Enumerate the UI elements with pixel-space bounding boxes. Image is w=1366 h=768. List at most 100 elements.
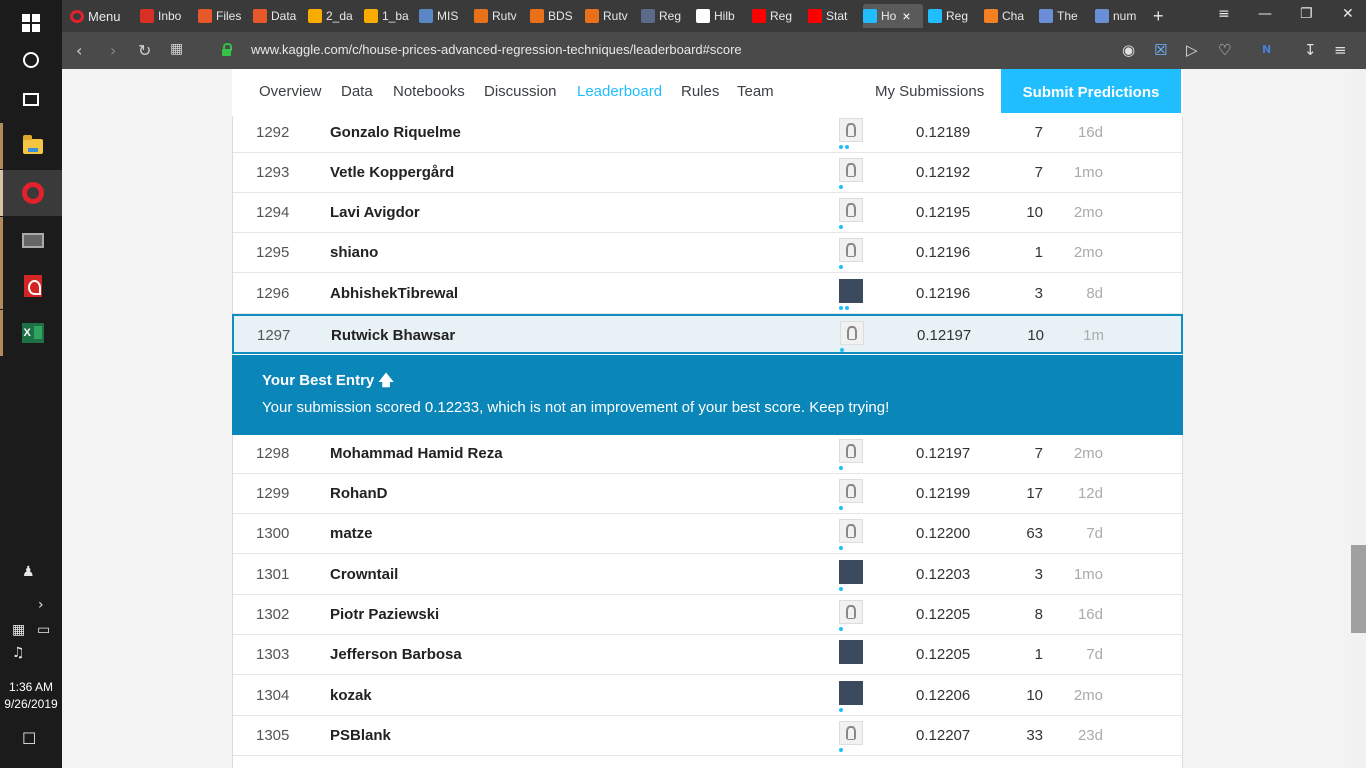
avatar[interactable]: [839, 158, 863, 182]
browser-tab[interactable]: Ho ×: [863, 4, 923, 28]
tab-team[interactable]: Team: [737, 83, 774, 100]
team-name-link[interactable]: RohanD: [330, 485, 388, 502]
volume-icon[interactable]: ♫: [12, 645, 25, 661]
clock-time[interactable]: 1:36 AM: [0, 680, 62, 694]
tab-menu-icon[interactable]: ≡: [1218, 6, 1230, 22]
browser-tab[interactable]: Stat: [808, 4, 858, 28]
back-icon[interactable]: ‹: [76, 41, 82, 60]
team-name-link[interactable]: kozak: [330, 687, 372, 704]
send-icon[interactable]: ▷: [1186, 41, 1198, 59]
team-name-link[interactable]: Piotr Paziewski: [330, 606, 439, 623]
team-name-link[interactable]: shiano: [330, 244, 378, 261]
team-name-link[interactable]: matze: [330, 525, 373, 542]
opera-menu-button[interactable]: Menu: [70, 4, 130, 28]
avatar[interactable]: [839, 640, 863, 664]
browser-tab[interactable]: Reg: [928, 4, 978, 28]
opera-button[interactable]: [0, 170, 62, 216]
browser-tab[interactable]: Hilb: [696, 4, 746, 28]
avatar[interactable]: [840, 321, 864, 345]
camera-icon[interactable]: ◉: [1122, 41, 1135, 59]
table-row[interactable]: 1298 Mohammad Hamid Reza 0.12197 7 2mo: [233, 434, 1182, 474]
close-window-icon[interactable]: ✕: [1342, 6, 1354, 22]
forward-icon[interactable]: ›: [110, 41, 116, 60]
table-row[interactable]: 1296 AbhishekTibrewal 0.12196 3 8d: [233, 274, 1182, 314]
table-row[interactable]: 1303 Jefferson Barbosa 0.12205 1 7d: [233, 635, 1182, 675]
table-row[interactable]: 1300 matze 0.12200 63 7d: [233, 514, 1182, 554]
browser-tab[interactable]: Inbo: [140, 4, 190, 28]
avatar[interactable]: [839, 721, 863, 745]
browser-tab[interactable]: Files: [198, 4, 248, 28]
avatar[interactable]: [839, 600, 863, 624]
table-row[interactable]: 1301 Crowntail 0.12203 3 1mo: [233, 555, 1182, 595]
table-row[interactable]: 1305 PSBlank 0.12207 33 23d: [233, 716, 1182, 756]
network-icon[interactable]: ▭: [37, 622, 50, 638]
team-name-link[interactable]: PSBlank: [330, 727, 391, 744]
team-name-link[interactable]: Mohammad Hamid Reza: [330, 445, 503, 462]
team-name-link[interactable]: AbhishekTibrewal: [330, 285, 458, 302]
close-tab-icon[interactable]: ×: [902, 8, 910, 24]
task-view-button[interactable]: [0, 76, 62, 122]
file-explorer-button[interactable]: [0, 123, 62, 169]
submit-predictions-button[interactable]: Submit Predictions: [1001, 69, 1181, 116]
tab-leaderboard[interactable]: Leaderboard: [577, 83, 662, 100]
avatar[interactable]: [839, 118, 863, 142]
table-row[interactable]: 1299 RohanD 0.12199 17 12d: [233, 474, 1182, 514]
new-tab-button[interactable]: +: [1153, 4, 1169, 28]
browser-tab[interactable]: BDS: [530, 4, 580, 28]
avatar[interactable]: [839, 198, 863, 222]
scrollbar-track[interactable]: [1351, 69, 1366, 768]
browser-tab[interactable]: MIS: [419, 4, 469, 28]
excel-button[interactable]: X: [0, 310, 62, 356]
browser-tab[interactable]: Reg: [641, 4, 691, 28]
avatar[interactable]: [839, 238, 863, 262]
browser-tab[interactable]: num: [1095, 4, 1145, 28]
browser-tab[interactable]: Rutv: [474, 4, 524, 28]
team-name-link[interactable]: Vetle Koppergård: [330, 164, 454, 181]
adblock-icon[interactable]: ☒: [1154, 41, 1167, 59]
tab-rules[interactable]: Rules: [681, 83, 719, 100]
notification-icon[interactable]: ☐: [22, 729, 36, 748]
download-icon[interactable]: ↧: [1304, 41, 1317, 59]
heart-icon[interactable]: ♡: [1218, 41, 1231, 59]
browser-tab[interactable]: 2_da: [308, 4, 358, 28]
table-row[interactable]: 1302 Piotr Paziewski 0.12205 8 16d: [233, 595, 1182, 635]
team-name-link[interactable]: Jefferson Barbosa: [330, 646, 462, 663]
avatar[interactable]: [839, 279, 863, 303]
easy-setup-icon[interactable]: ≡: [1334, 41, 1347, 59]
minimize-icon[interactable]: —: [1258, 6, 1272, 22]
restore-icon[interactable]: ❐: [1300, 6, 1313, 22]
browser-tab[interactable]: 1_ba: [364, 4, 414, 28]
team-name-link[interactable]: Lavi Avigdor: [330, 204, 420, 221]
my-table-row[interactable]: 1297 Rutwick Bhawsar 0.12197 10 1m: [232, 314, 1183, 354]
browser-tab[interactable]: Data: [253, 4, 303, 28]
reload-icon[interactable]: ↻: [138, 41, 151, 60]
avatar[interactable]: [839, 681, 863, 705]
team-name-link[interactable]: Gonzalo Riquelme: [330, 124, 461, 141]
battery-icon[interactable]: ▦: [12, 622, 25, 638]
browser-tab[interactable]: The: [1039, 4, 1089, 28]
extension-icon[interactable]: N: [1262, 43, 1271, 56]
tab-overview[interactable]: Overview: [259, 83, 322, 100]
avatar[interactable]: [839, 560, 863, 584]
browser-tab[interactable]: Cha: [984, 4, 1034, 28]
clock-date[interactable]: 9/26/2019: [0, 697, 62, 711]
tab-data[interactable]: Data: [341, 83, 373, 100]
my-submissions-link[interactable]: My Submissions: [875, 83, 984, 100]
app-window-button[interactable]: [0, 217, 62, 263]
table-row[interactable]: 1292 Gonzalo Riquelme 0.12189 7 16d: [233, 113, 1182, 153]
avatar[interactable]: [839, 439, 863, 463]
lock-icon[interactable]: [222, 43, 232, 56]
speed-dial-icon[interactable]: ▦: [170, 41, 183, 57]
table-row[interactable]: 1294 Lavi Avigdor 0.12195 10 2mo: [233, 193, 1182, 233]
chevron-right-icon[interactable]: ›: [38, 597, 44, 613]
table-row[interactable]: 1293 Vetle Koppergård 0.12192 7 1mo: [233, 153, 1182, 193]
tab-notebooks[interactable]: Notebooks: [393, 83, 465, 100]
browser-tab[interactable]: Reg: [752, 4, 802, 28]
avatar[interactable]: [839, 519, 863, 543]
table-row[interactable]: 1295 shiano 0.12196 1 2mo: [233, 233, 1182, 273]
team-name-link[interactable]: Rutwick Bhawsar: [331, 327, 455, 344]
tab-discussion[interactable]: Discussion: [484, 83, 557, 100]
avatar[interactable]: [839, 479, 863, 503]
scrollbar-thumb[interactable]: [1351, 545, 1366, 633]
browser-tab[interactable]: Rutv: [585, 4, 635, 28]
